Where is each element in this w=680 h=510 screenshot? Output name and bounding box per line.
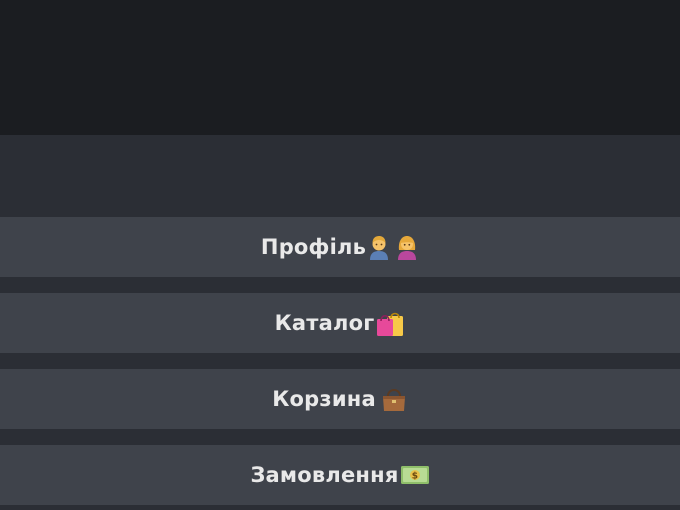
profile-label: Профіль <box>260 235 367 259</box>
svg-text:$: $ <box>411 471 417 481</box>
cart-label: Корзина <box>272 387 376 411</box>
profile-button[interactable]: Профіль <box>0 217 680 277</box>
woman-emoji-icon <box>395 233 419 261</box>
top-header-band <box>0 0 680 135</box>
orders-label: Замовлення <box>250 463 399 487</box>
catalog-label: Каталог <box>274 311 375 335</box>
catalog-button[interactable]: Каталог <box>0 293 680 353</box>
man-emoji-icon <box>367 233 391 261</box>
shopping-bags-icon <box>375 309 405 337</box>
banknote-icon: $ <box>400 461 430 489</box>
orders-button[interactable]: Замовлення $ <box>0 445 680 505</box>
cart-button[interactable]: Корзина <box>0 369 680 429</box>
handbag-icon <box>380 385 408 413</box>
